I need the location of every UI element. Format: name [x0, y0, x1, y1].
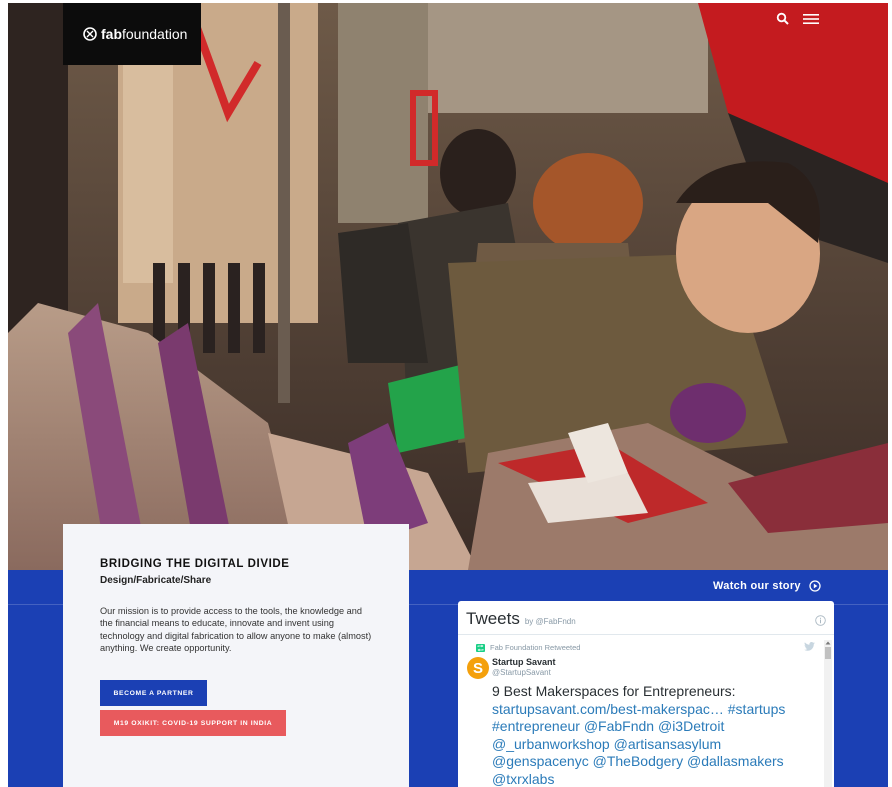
tweets-byline: by @FabFndn [525, 617, 576, 626]
tweet-author-handle[interactable]: @StartupSavant [492, 668, 551, 677]
scroll-thumb[interactable] [825, 647, 831, 659]
tweet-text-plain: 9 Best Makerspaces for Entrepreneurs: [492, 683, 736, 699]
page: fab foundation Watch our story BRIDGING T… [0, 0, 892, 787]
play-circle-icon [809, 580, 821, 592]
covid-support-button[interactable]: M19 OXIKIT: COVID-19 SUPPORT IN INDIA [100, 710, 286, 737]
tweet-mention[interactable]: @_urbanworkshop [492, 736, 610, 752]
tweet-link[interactable]: startupsavant.com/best-makerspac… [492, 701, 724, 717]
tweet-mention[interactable]: @i3Detroit [658, 718, 724, 734]
mission-title: BRIDGING THE DIGITAL DIVIDE [100, 558, 290, 570]
logo-text-bold: fab [101, 26, 122, 42]
tweet-author-name[interactable]: Startup Savant [492, 657, 556, 667]
tweets-scrollbar[interactable] [824, 640, 832, 787]
become-partner-button[interactable]: BECOME A PARTNER [100, 680, 207, 707]
retweet-indicator: Fab Foundation Retweeted [476, 643, 580, 652]
twitter-timeline-widget: Tweets by @FabFndn Fab Foundation Retwee… [458, 601, 834, 787]
tweet-item: Fab Foundation Retweeted S Startup Savan… [458, 635, 834, 787]
logo-text-light: foundation [122, 26, 188, 42]
retweeted-by-text: Fab Foundation Retweeted [490, 643, 581, 652]
tweet-mention[interactable]: @txrxlabs [492, 771, 554, 787]
tweet-mention[interactable]: @artisansasylum [614, 736, 722, 752]
mission-text: Our mission is to provide access to the … [100, 606, 372, 653]
tweets-header: Tweets by @FabFndn [458, 601, 834, 635]
hero-photo-illustration [8, 3, 888, 570]
tweets-title: Tweets [466, 609, 520, 628]
scroll-up-arrow-icon[interactable] [825, 640, 831, 646]
tweet-mention[interactable]: @TheBodgery [593, 753, 683, 769]
watch-story-label: Watch our story [713, 580, 801, 592]
mission-card: BRIDGING THE DIGITAL DIVIDE Design/Fabri… [63, 524, 409, 787]
twitter-bird-icon[interactable] [804, 642, 815, 651]
hero-image [8, 3, 888, 570]
tweet-hashtag[interactable]: #startups [728, 701, 786, 717]
hamburger-menu-icon[interactable] [803, 12, 819, 26]
tweet-mention[interactable]: @FabFndn [584, 718, 654, 734]
search-icon[interactable] [776, 12, 790, 26]
site-logo[interactable]: fab foundation [63, 3, 201, 65]
avatar[interactable]: S [467, 657, 489, 679]
tweet-mention[interactable]: @genspacenyc [492, 753, 589, 769]
tweets-by-word: by [524, 617, 534, 626]
mission-subtitle: Design/Fabricate/Share [100, 575, 212, 586]
fab-foundation-logo-icon [83, 27, 97, 41]
tweets-handle-link[interactable]: @FabFndn [536, 617, 576, 626]
info-icon[interactable] [815, 615, 826, 626]
tweet-mention[interactable]: @dallasmakers [687, 753, 784, 769]
tweet-hashtag[interactable]: #entrepreneur [492, 718, 580, 734]
tweet-text: 9 Best Makerspaces for Entrepreneurs: st… [492, 683, 818, 787]
retweet-icon [476, 643, 485, 652]
watch-our-story-link[interactable]: Watch our story [713, 578, 821, 594]
